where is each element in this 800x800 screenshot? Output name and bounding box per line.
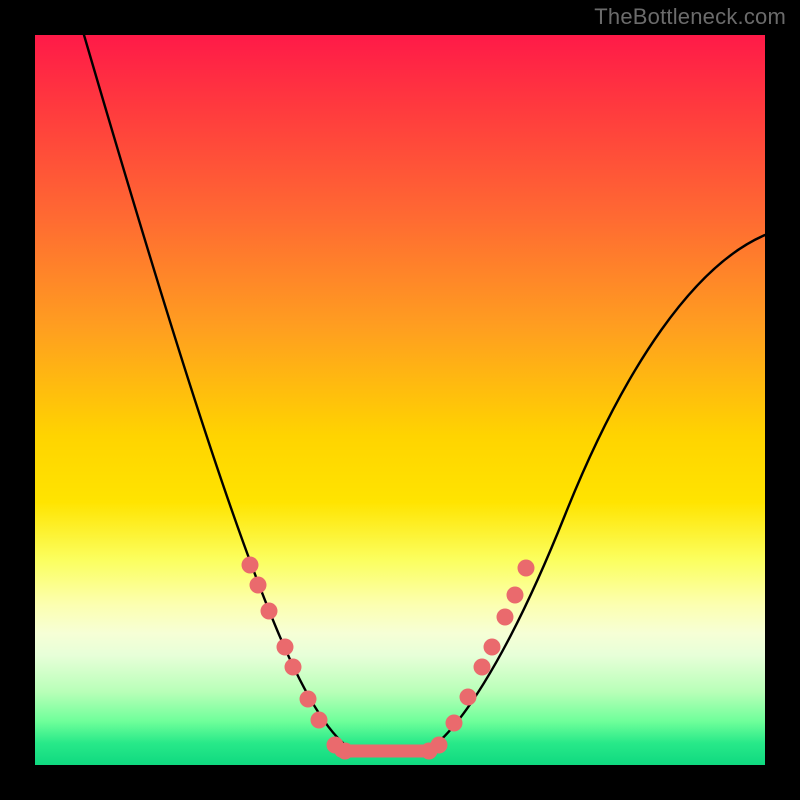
- dot-layer: [242, 557, 535, 760]
- chart-frame: TheBottleneck.com: [0, 0, 800, 800]
- watermark-text: TheBottleneck.com: [594, 4, 786, 30]
- data-dot: [460, 689, 477, 706]
- data-dot: [507, 587, 524, 604]
- data-dot: [277, 639, 294, 656]
- plot-area: [35, 35, 765, 765]
- data-dot: [446, 715, 463, 732]
- data-dot: [474, 659, 491, 676]
- data-dot: [311, 712, 328, 729]
- data-dot: [250, 577, 267, 594]
- data-dot: [261, 603, 278, 620]
- data-dot: [484, 639, 501, 656]
- data-dot: [518, 560, 535, 577]
- data-dot: [242, 557, 259, 574]
- chart-svg: [35, 35, 765, 765]
- v-curve-line: [84, 35, 765, 752]
- data-dot: [300, 691, 317, 708]
- data-dot: [497, 609, 514, 626]
- data-dot: [285, 659, 302, 676]
